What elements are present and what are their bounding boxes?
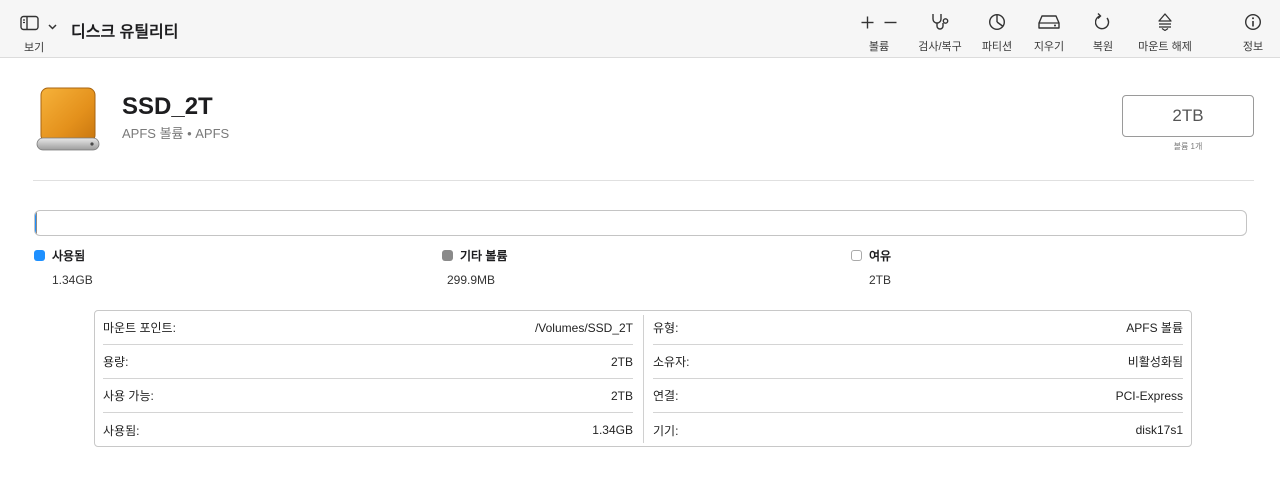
info-label: 소유자: bbox=[653, 355, 690, 369]
volume-count: 볼륨 1개 bbox=[1173, 142, 1203, 151]
legend-other-label: 기타 볼륨 bbox=[460, 249, 508, 263]
erase-drive-icon bbox=[1038, 14, 1060, 30]
restore-label: 복원 bbox=[1092, 41, 1114, 53]
partition-label: 파티션 bbox=[981, 41, 1013, 53]
info-row-owners: 소유자: 비활성화됨 bbox=[653, 345, 1183, 379]
legend-used-label: 사용됨 bbox=[52, 249, 86, 263]
info-row-capacity: 용량: 2TB bbox=[103, 345, 633, 379]
usage-bar bbox=[34, 210, 1247, 236]
legend-other: 기타 볼륨 299.9MB bbox=[442, 247, 508, 287]
app-title: 디스크 유틸리티 bbox=[71, 24, 179, 41]
info-label: 용량: bbox=[103, 355, 129, 369]
legend-used: 사용됨 1.34GB bbox=[34, 247, 93, 287]
info-table: 마운트 포인트: /Volumes/SSD_2T 용량: 2TB 사용 가능: 2TB… bbox=[94, 310, 1192, 447]
partition-button[interactable]: 파티션 bbox=[976, 10, 1018, 54]
info-value: disk17s1 bbox=[1135, 423, 1183, 437]
sidebar-icon bbox=[20, 15, 40, 36]
legend-other-value: 299.9MB bbox=[447, 273, 496, 287]
legend-free-label: 여유 bbox=[869, 249, 892, 263]
view-button[interactable]: 보기 bbox=[18, 12, 68, 54]
first-aid-button[interactable]: 검사/복구 bbox=[912, 10, 968, 54]
toolbar: 보기 디스크 유틸리티 볼륨 검사/복구 파티션 지우기 복원 마운트 해제 정… bbox=[0, 0, 1280, 58]
volume-button[interactable]: 볼륨 bbox=[856, 10, 902, 54]
info-column-right: 유형: APFS 볼륨 소유자: 비활성화됨 연결: PCI-Express 기기: d… bbox=[653, 311, 1183, 446]
unmount-button[interactable]: 마운트 해제 bbox=[1132, 10, 1198, 54]
info-value: /Volumes/SSD_2T bbox=[534, 320, 633, 335]
legend-free: 여유 2TB bbox=[851, 247, 891, 287]
info-value: 2TB bbox=[610, 388, 633, 403]
info-label: 연결: bbox=[653, 389, 679, 403]
legend-free-value: 2TB bbox=[869, 273, 892, 287]
legend-other-swatch bbox=[442, 250, 453, 261]
restore-button[interactable]: 복원 bbox=[1086, 10, 1120, 54]
info-label: 기기: bbox=[653, 423, 679, 438]
external-drive-icon bbox=[36, 86, 100, 152]
info-label: 유형: bbox=[653, 321, 679, 335]
info-column-left: 마운트 포인트: /Volumes/SSD_2T 용량: 2TB 사용 가능: 2TB… bbox=[103, 311, 633, 446]
info-label: 사용됨: bbox=[103, 423, 140, 438]
info-label: 마운트 포인트: bbox=[103, 321, 176, 335]
plus-icon[interactable] bbox=[861, 16, 874, 29]
eject-icon bbox=[1157, 13, 1173, 31]
info-value: 1.34GB bbox=[592, 423, 633, 437]
legend-free-swatch bbox=[851, 250, 862, 261]
unmount-label: 마운트 해제 bbox=[1138, 41, 1192, 53]
info-value: 2TB bbox=[610, 354, 633, 369]
volume-name: SSD_2T bbox=[122, 93, 213, 120]
legend-used-value: 1.34GB bbox=[52, 273, 93, 287]
capacity-box: 2TB bbox=[1122, 95, 1254, 137]
info-value: 비활성화됨 bbox=[1127, 355, 1183, 369]
info-column-divider bbox=[643, 315, 644, 443]
info-row-mount-point: 마운트 포인트: /Volumes/SSD_2T bbox=[103, 311, 633, 345]
legend-used-swatch bbox=[34, 250, 45, 261]
volume-label: 볼륨 bbox=[868, 41, 890, 53]
chevron-down-icon bbox=[48, 17, 57, 35]
info-button[interactable]: 정보 bbox=[1236, 10, 1270, 54]
info-label: 사용 가능: bbox=[103, 389, 154, 403]
info-row-device: 기기: disk17s1 bbox=[653, 413, 1183, 447]
info-row-connection: 연결: PCI-Express bbox=[653, 379, 1183, 413]
stethoscope-icon bbox=[930, 13, 950, 31]
minus-icon[interactable] bbox=[884, 16, 897, 29]
info-row-available: 사용 가능: 2TB bbox=[103, 379, 633, 413]
divider bbox=[33, 180, 1254, 181]
view-label: 보기 bbox=[24, 42, 45, 54]
first-aid-label: 검사/복구 bbox=[918, 41, 962, 53]
info-circle-icon bbox=[1244, 13, 1262, 31]
erase-button[interactable]: 지우기 bbox=[1028, 10, 1070, 54]
info-row-used: 사용됨: 1.34GB bbox=[103, 413, 633, 447]
restore-arrow-icon bbox=[1095, 13, 1111, 31]
pie-chart-icon bbox=[988, 13, 1006, 31]
info-row-type: 유형: APFS 볼륨 bbox=[653, 311, 1183, 345]
volume-subtitle: APFS 볼륨 • APFS bbox=[122, 126, 230, 141]
info-label: 정보 bbox=[1242, 41, 1264, 53]
info-value: APFS 볼륨 bbox=[1126, 321, 1183, 335]
erase-label: 지우기 bbox=[1033, 41, 1065, 53]
info-value: PCI-Express bbox=[1115, 388, 1183, 403]
